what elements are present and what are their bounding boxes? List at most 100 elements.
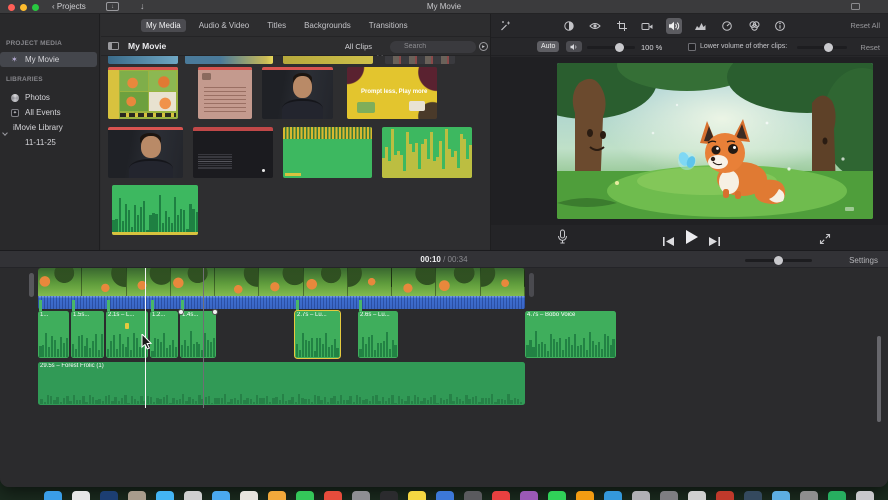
volume-slider-knob[interactable] — [615, 43, 624, 52]
fullscreen-icon[interactable] — [819, 232, 831, 250]
tab-titles[interactable]: Titles — [262, 19, 291, 32]
timeline-scrollbar[interactable] — [877, 336, 881, 422]
preview-frame[interactable] — [557, 63, 873, 219]
noise-reduction-icon[interactable] — [692, 18, 708, 34]
timeline[interactable]: 1... 1.5s... 2.1s – L... 1.2... 1.4s... 2.7s … — [0, 268, 888, 487]
dock-app-icon[interactable] — [296, 491, 314, 500]
dock-app-icon[interactable] — [212, 491, 230, 500]
volume-slider[interactable] — [587, 43, 635, 52]
lower-volume-slider-knob[interactable] — [824, 43, 833, 52]
dock-app-icon[interactable] — [464, 491, 482, 500]
media-thumbnail-document[interactable] — [198, 67, 252, 119]
timeline-settings-button[interactable]: Settings — [849, 256, 878, 265]
media-clip-strip[interactable] — [283, 56, 373, 64]
tab-audio-video[interactable]: Audio & Video — [194, 19, 255, 32]
auto-volume-button[interactable]: Auto — [537, 41, 560, 52]
sidebar-item-photos[interactable]: Photos — [0, 90, 97, 105]
dock-app-icon[interactable] — [688, 491, 706, 500]
record-voiceover-mic-icon[interactable] — [557, 229, 568, 250]
media-thumbnail-webcam-1[interactable] — [262, 67, 333, 119]
audio-clip[interactable]: 4.7s – Bobo Voice — [525, 311, 616, 358]
dock-app-icon[interactable] — [744, 491, 762, 500]
dock-app-icon[interactable] — [44, 491, 62, 500]
media-thumbnail-audio-1[interactable] — [283, 127, 372, 178]
dock-app-icon[interactable] — [800, 491, 818, 500]
audio-clip[interactable]: 1.4s... — [178, 300, 218, 358]
dock-app-icon[interactable] — [408, 491, 426, 500]
dock-app-icon[interactable] — [856, 491, 874, 500]
video-filmstrip[interactable] — [38, 268, 525, 296]
volume-keyframe[interactable] — [125, 323, 130, 330]
dock-app-icon[interactable] — [772, 491, 790, 500]
sidebar-item-all-events[interactable]: ✦ All Events — [0, 105, 97, 120]
color-correction-icon[interactable] — [587, 18, 603, 34]
reset-button[interactable]: Reset — [860, 43, 880, 52]
tab-transitions[interactable]: Transitions — [364, 19, 413, 32]
speed-icon[interactable] — [719, 18, 735, 34]
search-input[interactable] — [390, 40, 476, 53]
clip-filter-icon[interactable] — [746, 18, 762, 34]
display-icon[interactable] — [851, 3, 860, 10]
media-clip-strip[interactable] — [385, 56, 455, 64]
audio-clip[interactable]: 1.2... — [150, 300, 178, 358]
dock-app-icon[interactable] — [828, 491, 846, 500]
enhance-icon[interactable] — [497, 18, 513, 34]
title-bar[interactable]: ‹ Projects ↓ ↓ My Movie — [0, 0, 888, 14]
next-frame-icon[interactable] — [709, 233, 720, 251]
music-clip[interactable]: 29.5s – Forest Frolic (1) — [38, 362, 525, 405]
previous-frame-icon[interactable] — [663, 233, 674, 251]
dock-app-icon[interactable] — [352, 491, 370, 500]
tab-backgrounds[interactable]: Backgrounds — [299, 19, 356, 32]
audio-clip[interactable]: 2.6s – Lu... — [358, 300, 398, 358]
clip-trim-handle-right[interactable] — [529, 273, 534, 297]
media-thumbnail-audio-2[interactable] — [382, 127, 472, 178]
volume-icon[interactable] — [666, 18, 682, 34]
media-thumbnail-webcam-2[interactable] — [108, 127, 183, 178]
dock-app-icon[interactable] — [716, 491, 734, 500]
audio-clip[interactable]: 1.5s... — [71, 300, 104, 358]
dock-app-icon[interactable] — [128, 491, 146, 500]
dock-app-icon[interactable] — [548, 491, 566, 500]
clip-filter-dropdown[interactable]: All Clips — [345, 42, 372, 51]
media-clip-strip[interactable] — [108, 56, 178, 64]
dock-app-icon[interactable] — [240, 491, 258, 500]
dock-app-icon[interactable] — [492, 491, 510, 500]
stabilization-icon[interactable] — [639, 18, 655, 34]
sidebar-item-my-movie[interactable]: ✶ My Movie — [0, 52, 97, 67]
dock-app-icon[interactable] — [72, 491, 90, 500]
audio-clip[interactable]: 1... — [38, 300, 69, 358]
timeline-zoom-slider[interactable] — [745, 256, 812, 265]
dock-app-icon[interactable] — [184, 491, 202, 500]
clip-trim-handle-left[interactable] — [29, 273, 34, 297]
reset-all-button[interactable]: Reset All — [850, 21, 880, 30]
timeline-zoom-knob[interactable] — [774, 256, 783, 265]
info-icon[interactable] — [772, 18, 788, 34]
dock-app-icon[interactable] — [436, 491, 454, 500]
media-clip-strip[interactable] — [185, 56, 273, 64]
sidebar-toggle-icon[interactable] — [108, 42, 119, 50]
dock-app-icon[interactable] — [156, 491, 174, 500]
tab-my-media[interactable]: My Media — [141, 18, 186, 32]
open-clip-arrow-icon[interactable]: ▸ — [479, 42, 488, 51]
dock-app-icon[interactable] — [604, 491, 622, 500]
media-thumbnail-promo[interactable]: Prompt less, Play more — [347, 67, 437, 119]
fade-handle[interactable] — [212, 308, 218, 315]
lower-volume-checkbox[interactable] — [688, 43, 696, 51]
dock-app-icon[interactable] — [576, 491, 594, 500]
play-icon[interactable] — [685, 230, 698, 249]
dock-app-icon[interactable] — [380, 491, 398, 500]
sidebar-item-event-date[interactable]: 11-11-25 — [0, 135, 97, 150]
media-thumbnail-terminal[interactable] — [193, 127, 273, 178]
dock-app-icon[interactable] — [660, 491, 678, 500]
video-audio-waveform-bar[interactable] — [38, 296, 525, 309]
dock-app-icon[interactable] — [520, 491, 538, 500]
sidebar-item-imovie-library[interactable]: iMovie Library — [0, 120, 97, 136]
dock-app-icon[interactable] — [324, 491, 342, 500]
lower-volume-slider[interactable] — [797, 43, 847, 52]
dock-app-icon[interactable] — [268, 491, 286, 500]
media-thumbnail-audio-3[interactable] — [112, 185, 198, 235]
color-balance-icon[interactable] — [561, 18, 577, 34]
audio-clip[interactable]: 2.7s – Lu... — [294, 300, 341, 359]
media-thumbnail-fox-collage[interactable] — [108, 67, 178, 119]
mute-speaker-button[interactable] — [566, 41, 582, 52]
